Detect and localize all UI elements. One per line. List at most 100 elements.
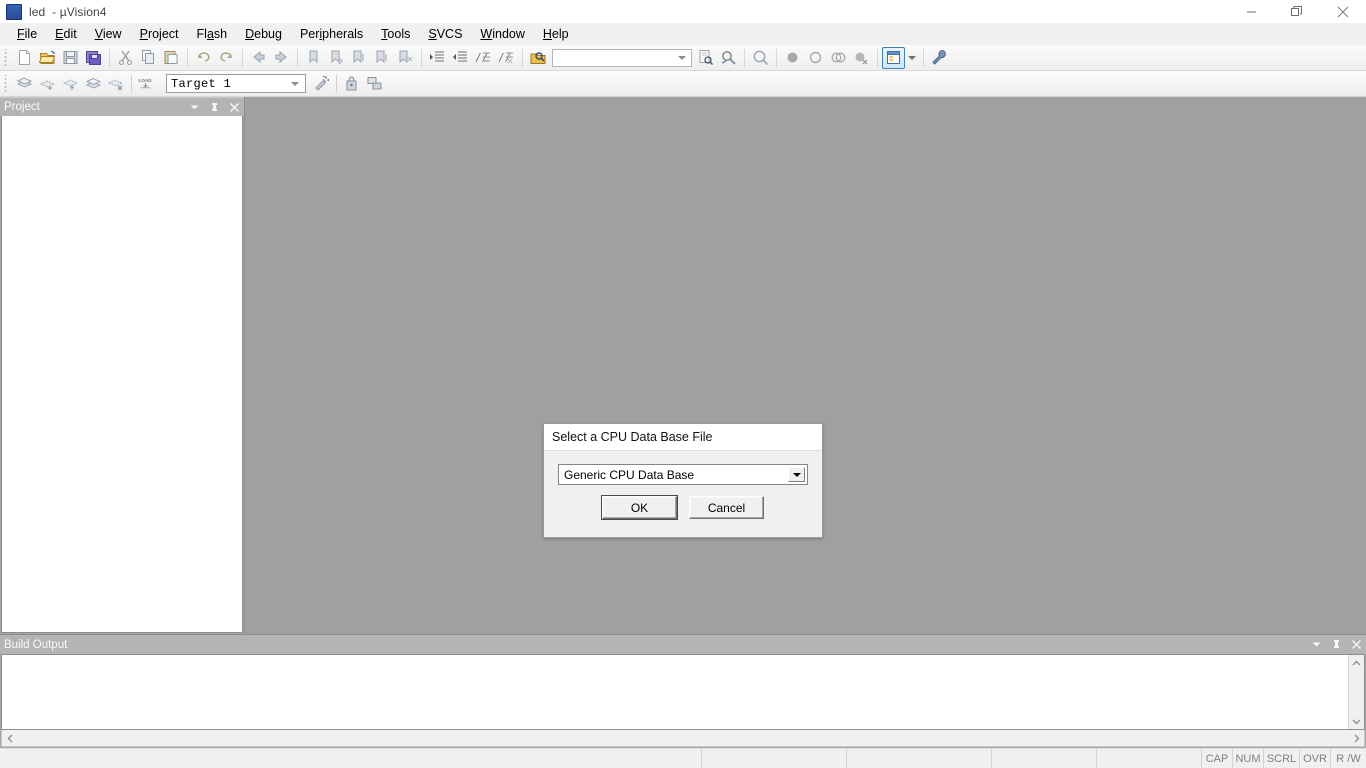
toolbar-separator: [297, 49, 298, 67]
navigate-back-icon[interactable]: [247, 47, 270, 69]
rebuild-all-icon[interactable]: [59, 73, 82, 95]
save-icon[interactable]: [59, 47, 82, 69]
configuration-wizard-icon[interactable]: [928, 47, 951, 69]
target-options-icon[interactable]: [310, 73, 333, 95]
svg-text:LOAD: LOAD: [139, 78, 153, 83]
redo-icon[interactable]: [215, 47, 238, 69]
target-select-value: Target 1: [167, 77, 231, 91]
dialog-title: Select a CPU Data Base File: [552, 430, 713, 444]
window-controls: [1228, 0, 1366, 23]
stop-build-icon[interactable]: [105, 73, 128, 95]
menu-window[interactable]: Window: [471, 25, 533, 43]
comment-icon[interactable]: //: [472, 47, 495, 69]
save-all-icon[interactable]: [82, 47, 105, 69]
pin-icon[interactable]: [1331, 639, 1342, 650]
undo-icon[interactable]: [192, 47, 215, 69]
toolbar-separator: [744, 49, 745, 67]
build-target-icon[interactable]: [36, 73, 59, 95]
menu-flash[interactable]: Flash: [188, 25, 237, 43]
chevron-down-icon[interactable]: [287, 75, 303, 92]
open-file-icon[interactable]: [36, 47, 59, 69]
find-combo[interactable]: [552, 49, 692, 67]
target-select[interactable]: Target 1: [166, 74, 306, 93]
outdent-icon[interactable]: [449, 47, 472, 69]
menu-svcs[interactable]: SVCS: [419, 25, 471, 43]
scroll-up-icon[interactable]: [1349, 655, 1364, 671]
chevron-down-icon[interactable]: [674, 50, 689, 66]
toolbar-grip[interactable]: [3, 75, 10, 93]
build-output-text[interactable]: [2, 655, 1348, 729]
translate-icon[interactable]: [13, 73, 36, 95]
copy-icon[interactable]: [137, 47, 160, 69]
menu-edit[interactable]: Edit: [46, 25, 86, 43]
status-flag-rw: R /W: [1330, 749, 1366, 768]
cut-icon[interactable]: [114, 47, 137, 69]
cpu-database-select-value: Generic CPU Data Base: [559, 468, 694, 482]
manage-multi-project-icon[interactable]: [363, 73, 386, 95]
menu-help[interactable]: Help: [534, 25, 578, 43]
paste-icon[interactable]: [160, 47, 183, 69]
work-area: Project Select a CPU Data Base File Gene…: [0, 97, 1366, 634]
incremental-find-icon[interactable]: [717, 47, 740, 69]
project-tree[interactable]: [1, 116, 243, 633]
ok-button[interactable]: OK: [602, 496, 677, 519]
uncomment-icon[interactable]: //: [495, 47, 518, 69]
disable-breakpoint-icon[interactable]: [804, 47, 827, 69]
back-to-last-bookmark-icon[interactable]: [302, 47, 325, 69]
hscroll-track[interactable]: [18, 731, 1348, 746]
pin-icon[interactable]: [209, 102, 220, 113]
build-output-horizontal-scrollbar[interactable]: [1, 730, 1365, 747]
scroll-down-icon[interactable]: [1349, 713, 1364, 729]
cancel-button[interactable]: Cancel: [689, 496, 764, 519]
status-flag-ovr: OVR: [1299, 749, 1330, 768]
download-icon[interactable]: LOAD: [135, 73, 161, 95]
build-output-panel: Build Output: [0, 634, 1366, 748]
indent-icon[interactable]: [426, 47, 449, 69]
find-icon[interactable]: [694, 47, 717, 69]
insert-bookmark-icon[interactable]: [325, 47, 348, 69]
breakpoint-icon[interactable]: [781, 47, 804, 69]
chevron-down-icon: [908, 56, 916, 60]
status-cell-4: [1096, 749, 1201, 768]
zoom-icon[interactable]: [749, 47, 772, 69]
close-icon[interactable]: [1351, 639, 1362, 650]
panel-menu-icon[interactable]: [1311, 639, 1322, 650]
restore-icon[interactable]: [1274, 0, 1320, 23]
project-panel-title: Project: [4, 101, 189, 113]
project-window-icon[interactable]: [882, 47, 905, 69]
close-icon[interactable]: [229, 102, 240, 113]
cpu-database-dialog: Select a CPU Data Base File Generic CPU …: [543, 423, 823, 538]
next-bookmark-icon[interactable]: [348, 47, 371, 69]
window-title: led - µVision4: [29, 5, 107, 19]
find-in-files-icon[interactable]: [527, 47, 550, 69]
minimize-icon[interactable]: [1228, 0, 1274, 23]
menu-bar: File Edit View Project Flash Debug Perip…: [0, 23, 1366, 45]
manage-components-icon[interactable]: [340, 73, 363, 95]
menu-project[interactable]: Project: [131, 25, 188, 43]
status-message: [0, 749, 701, 768]
new-file-icon[interactable]: [13, 47, 36, 69]
disable-all-breakpoints-icon[interactable]: [827, 47, 850, 69]
toolbar-grip[interactable]: [3, 49, 10, 67]
uvision-logo-icon: [6, 4, 22, 20]
mdi-client-area[interactable]: [245, 97, 1366, 634]
panel-menu-icon[interactable]: [189, 102, 200, 113]
menu-view[interactable]: View: [86, 25, 131, 43]
toolbar-separator: [336, 75, 337, 93]
menu-peripherals[interactable]: Peripherals: [291, 25, 372, 43]
batch-build-icon[interactable]: [82, 73, 105, 95]
cpu-database-select[interactable]: Generic CPU Data Base: [558, 464, 808, 485]
build-output-vertical-scrollbar[interactable]: [1348, 655, 1364, 729]
menu-debug[interactable]: Debug: [236, 25, 291, 43]
scroll-left-icon[interactable]: [2, 731, 18, 746]
menu-tools[interactable]: Tools: [372, 25, 419, 43]
clear-all-bookmarks-icon[interactable]: [394, 47, 417, 69]
navigate-forward-icon[interactable]: [270, 47, 293, 69]
previous-bookmark-icon[interactable]: [371, 47, 394, 69]
chevron-down-icon[interactable]: [788, 467, 805, 482]
menu-file[interactable]: File: [8, 25, 46, 43]
project-window-dropdown[interactable]: [905, 47, 919, 69]
scroll-right-icon[interactable]: [1348, 731, 1364, 746]
kill-all-breakpoints-icon[interactable]: [850, 47, 873, 69]
close-icon[interactable]: [1320, 0, 1366, 23]
